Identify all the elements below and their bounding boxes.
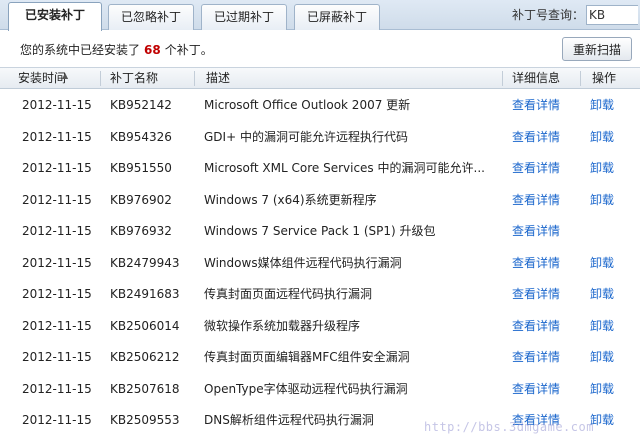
column-install-time[interactable]: 安装时间 ▲ [18,68,98,89]
rescan-button[interactable]: 重新扫描 [562,37,632,61]
column-divider [194,71,195,86]
column-detail: 详细信息 [512,71,561,85]
patch-kb: KB952142 [110,98,172,112]
column-action: 操作 [592,71,617,85]
column-divider [580,71,581,86]
uninstall-link[interactable]: 卸载 [590,311,630,343]
table-row: 2012-11-15 KB976902 Windows 7 (x64)系统更新程… [0,185,640,217]
sort-arrow-icon: ▲ [62,71,69,80]
column-install-time-label: 安装时间 [18,71,67,85]
search-input[interactable] [586,5,638,25]
watermark: http://bbs.3dmgame.com [424,420,594,434]
table-row: 2012-11-15 KB952142 Microsoft Office Out… [0,90,640,122]
patch-description: Microsoft XML Core Services 中的漏洞可能允许... [204,161,485,175]
table-row: 2012-11-15 KB954326 GDI+ 中的漏洞可能允许远程执行代码 … [0,122,640,154]
patch-description: 传真封面页面远程代码执行漏洞 [204,287,373,301]
summary-prefix: 您的系统中已经安装了 [20,43,141,57]
uninstall-link[interactable]: 卸载 [590,90,630,122]
column-patch-name[interactable]: 补丁名称 [110,68,190,89]
tab-expired-patches[interactable]: 已过期补丁 [201,4,287,30]
installed-count: 68 [144,43,161,57]
install-date: 2012-11-15 [22,98,92,112]
uninstall-link[interactable]: 卸载 [590,405,630,437]
patch-kb: KB2491683 [110,287,180,301]
patch-kb: KB2509553 [110,413,180,427]
table-row: 2012-11-15 KB951550 Microsoft XML Core S… [0,153,640,185]
patch-kb: KB954326 [110,129,172,144]
view-detail-link[interactable]: 查看详情 [512,342,582,374]
install-date: 2012-11-15 [22,224,92,238]
table-row: 2012-11-15 KB2506014 微软操作系统加载器升级程序 查看详情 … [0,311,640,343]
tab-bar: 已安装补丁 已忽略补丁 已过期补丁 已屏蔽补丁 补丁号查询： [0,0,640,31]
uninstall-link[interactable] [590,216,630,248]
patch-kb: KB2507618 [110,381,180,396]
table-row: 2012-11-15 KB2506212 传真封面页面编辑器MFC组件安全漏洞 … [0,342,640,374]
search-label: 补丁号查询： [512,8,585,22]
table-row: 2012-11-15 KB976932 Windows 7 Service Pa… [0,216,640,248]
view-detail-link[interactable]: 查看详情 [512,122,582,154]
patch-description: Windows 7 (x64)系统更新程序 [204,192,377,207]
uninstall-link[interactable]: 卸载 [590,248,630,280]
view-detail-link[interactable]: 查看详情 [512,90,582,122]
patch-kb: KB976902 [110,192,172,207]
install-date: 2012-11-15 [22,255,92,270]
view-detail-link[interactable]: 查看详情 [512,248,582,280]
install-date: 2012-11-15 [22,350,92,364]
uninstall-link[interactable]: 卸载 [590,153,630,185]
tab-installed-patches[interactable]: 已安装补丁 [8,2,102,31]
table-row: 2012-11-15 KB2479943 Windows媒体组件远程代码执行漏洞… [0,248,640,280]
patch-description: GDI+ 中的漏洞可能允许远程执行代码 [204,129,408,144]
info-bar: 您的系统中已经安装了 68 个补丁。 重新扫描 [0,31,640,66]
patch-description: Windows媒体组件远程代码执行漏洞 [204,255,402,270]
uninstall-link[interactable]: 卸载 [590,279,630,311]
view-detail-link[interactable]: 查看详情 [512,216,582,248]
view-detail-link[interactable]: 查看详情 [512,311,582,343]
column-description[interactable]: 描述 [206,68,266,89]
view-detail-link[interactable]: 查看详情 [512,185,582,217]
install-date: 2012-11-15 [22,413,92,427]
patch-description: 微软操作系统加载器升级程序 [204,318,361,333]
uninstall-link[interactable]: 卸载 [590,342,630,374]
install-date: 2012-11-15 [22,161,92,175]
column-divider [100,71,101,86]
patch-list: 2012-11-15 KB952142 Microsoft Office Out… [0,90,640,437]
uninstall-link[interactable]: 卸载 [590,185,630,217]
uninstall-link[interactable]: 卸载 [590,374,630,406]
patch-description: 传真封面页面编辑器MFC组件安全漏洞 [204,350,410,364]
patch-kb: KB2506212 [110,350,180,364]
table-row: 2012-11-15 KB2507618 OpenType字体驱动远程代码执行漏… [0,374,640,406]
patch-description: OpenType字体驱动远程代码执行漏洞 [204,381,408,396]
patch-kb: KB976932 [110,224,172,238]
uninstall-link[interactable]: 卸载 [590,122,630,154]
patch-description: Microsoft Office Outlook 2007 更新 [204,98,411,112]
install-date: 2012-11-15 [22,192,92,207]
patch-kb: KB951550 [110,161,172,175]
tab-ignored-patches[interactable]: 已忽略补丁 [108,4,194,30]
patch-description: Windows 7 Service Pack 1 (SP1) 升级包 [204,224,436,238]
patch-kb: KB2506014 [110,318,180,333]
table-row: 2012-11-15 KB2491683 传真封面页面远程代码执行漏洞 查看详情… [0,279,640,311]
install-summary: 您的系统中已经安装了 68 个补丁。 [20,41,213,58]
install-date: 2012-11-15 [22,318,92,333]
summary-suffix: 个补丁。 [164,43,213,57]
install-date: 2012-11-15 [22,381,92,396]
patch-kb: KB2479943 [110,255,180,270]
view-detail-link[interactable]: 查看详情 [512,374,582,406]
view-detail-link[interactable]: 查看详情 [512,153,582,185]
table-header: 安装时间 ▲ 补丁名称 描述 详细信息 操作 [0,67,640,89]
install-date: 2012-11-15 [22,287,92,301]
column-divider [502,71,503,86]
install-date: 2012-11-15 [22,129,92,144]
tab-blocked-patches[interactable]: 已屏蔽补丁 [294,4,380,30]
view-detail-link[interactable]: 查看详情 [512,279,582,311]
